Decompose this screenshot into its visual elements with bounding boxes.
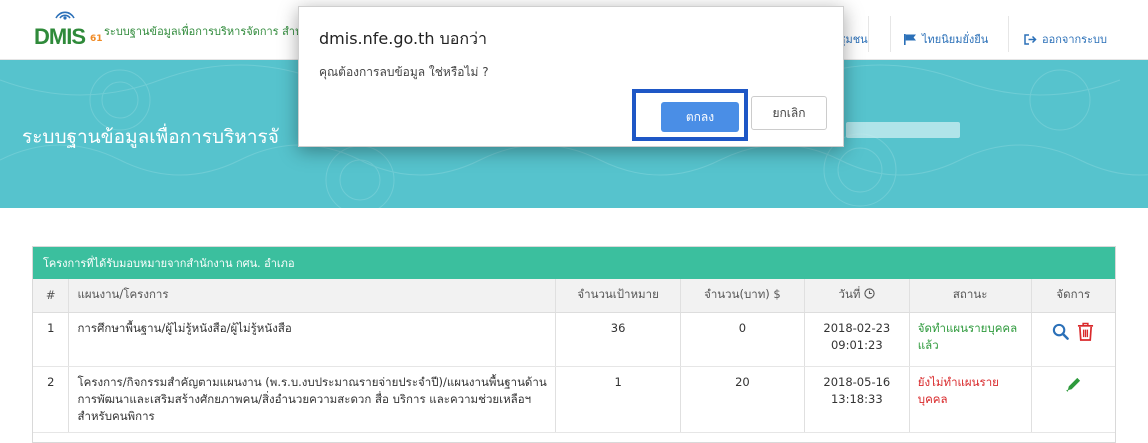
trash-icon[interactable] [1077,322,1094,341]
project-table: # แผนงาน/โครงการ จำนวนเป้าหมาย จำนวน(บาท… [33,279,1115,433]
hero-title: ระบบฐานข้อมูลเพื่อการบริหารจั [22,126,279,148]
flag-icon [904,33,916,45]
table-row: 2 โครงการ/กิจกรรมสำคัญตามแผนงาน (พ.ร.บ.ง… [33,366,1115,433]
row-status: จัดทำแผนรายบุคคล แล้ว [909,312,1032,367]
row-date-time: 09:01:23 [830,337,883,352]
app-title: ระบบฐานข้อมูลเพื่อการบริหารจัดการ สำนัก [104,25,310,38]
row-status: ยังไม่ทำแผนรายบุคคล [909,366,1032,433]
table-caption: โครงการที่ได้รับมอบหมายจากสำนักงาน กศน. … [33,247,1115,279]
row-date-time: 13:18:33 [830,391,883,406]
row-actions [1031,312,1115,367]
row-date-day: 2018-02-23 [823,320,891,335]
row-number: 1 [33,312,70,367]
logo-suffix: 61 [90,34,103,44]
row-actions [1031,366,1115,433]
dmis-logo[interactable]: DMIS 61 [16,4,103,54]
row-target: 36 [555,312,681,367]
nav-logout[interactable]: ออกจากระบบ [1024,30,1107,48]
confirm-dialog: dmis.nfe.go.th บอกว่า คุณต้องการลบข้อมูล… [298,6,844,147]
row-project: โครงการ/กิจกรรมสำคัญตามแผนงาน (พ.ร.บ.งบป… [68,366,557,433]
dialog-title: dmis.nfe.go.th บอกว่า [319,29,487,48]
search-icon[interactable] [1052,323,1070,340]
col-number: # [33,279,70,313]
clock-icon [864,288,875,299]
col-status: สถานะ [909,279,1032,313]
nav-divider [1008,16,1009,52]
project-table-card: โครงการที่ได้รับมอบหมายจากสำนักงาน กศน. … [32,246,1116,443]
col-target: จำนวนเป้าหมาย [555,279,681,313]
nav-divider [868,16,869,52]
logout-icon [1024,33,1037,45]
row-project: การศึกษาพื้นฐาน/ผู้ไม่รู้หนังสือ/ผู้ไม่ร… [68,312,557,367]
cancel-button[interactable]: ยกเลิก [751,96,827,130]
nav-thai-niyom-label: ไทยนิยมยั่งยืน [922,33,989,46]
col-date-label: วันที่ [838,287,861,302]
row-date-day: 2018-05-16 [823,374,891,389]
row-amount: 0 [680,312,805,367]
col-amount: จำนวน(บาท) $ [680,279,805,313]
logo-text: DMIS [34,24,86,49]
table-row: 1 การศึกษาพื้นฐาน/ผู้ไม่รู้หนังสือ/ผู้ไม… [33,312,1115,367]
col-actions: จัดการ [1031,279,1115,313]
col-date: วันที่ [804,279,910,313]
row-amount: 20 [680,366,805,433]
col-project: แผนงาน/โครงการ [68,279,557,313]
nav-logout-label: ออกจากระบบ [1042,33,1107,46]
row-number: 2 [33,366,70,433]
wifi-arc-icon [55,11,75,20]
row-date: 2018-02-23 09:01:23 [804,312,910,367]
table-header-row: # แผนงาน/โครงการ จำนวนเป้าหมาย จำนวน(บาท… [33,279,1115,313]
nav-divider [890,16,891,52]
row-date: 2018-05-16 13:18:33 [804,366,910,433]
blurred-text [846,122,960,138]
ok-button[interactable]: ตกลง [661,102,739,132]
row-target: 1 [555,366,681,433]
dialog-message: คุณต้องการลบข้อมูล ใช่หรือไม่ ? [319,65,489,79]
pencil-icon[interactable] [1065,376,1082,393]
nav-thai-niyom[interactable]: ไทยนิยมยั่งยืน [904,30,988,48]
